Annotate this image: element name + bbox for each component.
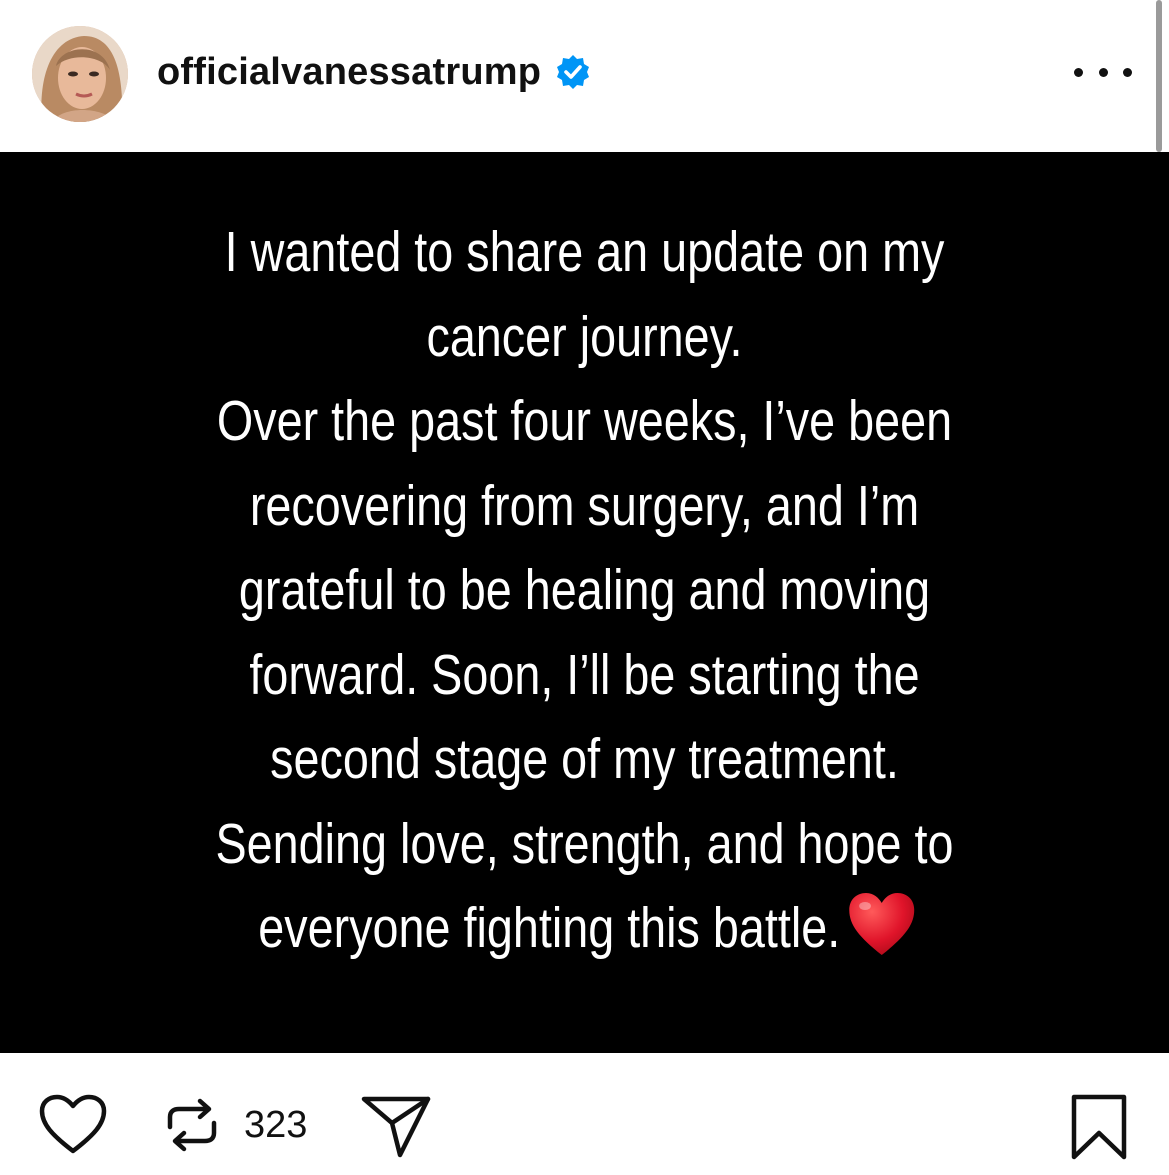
text-line: recovering from surgery, and I’m <box>249 473 920 538</box>
share-icon <box>361 1096 431 1158</box>
bookmark-icon <box>1071 1094 1127 1160</box>
text-line: cancer journey. <box>426 304 743 369</box>
text-line: grateful to be healing and moving <box>238 558 931 622</box>
post-text: I wanted to share an update on my cancer… <box>154 210 1014 971</box>
scrollbar[interactable] <box>1156 0 1162 152</box>
red-heart-emoji <box>848 891 917 957</box>
text-line: Over the past four weeks, I’ve been <box>216 389 953 453</box>
repost-button[interactable] <box>160 1093 224 1157</box>
post-header: officialvanessatrump <box>0 0 1169 152</box>
heart-icon <box>39 1094 107 1154</box>
username[interactable]: officialvanessatrump <box>157 51 541 94</box>
save-button[interactable] <box>1070 1093 1128 1161</box>
more-dot <box>1098 67 1108 77</box>
like-button[interactable] <box>38 1093 108 1157</box>
action-bar: 323 <box>0 1053 1169 1175</box>
text-line: Sending love, strength, and hope to <box>215 811 954 876</box>
avatar[interactable] <box>32 26 128 122</box>
more-dot <box>1074 67 1083 77</box>
text-line: second stage of my treatment. <box>270 727 899 791</box>
more-dot <box>1123 67 1132 77</box>
username-row: officialvanessatrump <box>157 48 591 96</box>
more-options-button[interactable] <box>1074 58 1132 86</box>
text-line: I wanted to share an update on my <box>224 220 945 284</box>
repost-icon <box>167 1098 217 1152</box>
repost-count: 323 <box>244 1104 308 1146</box>
share-button[interactable] <box>360 1093 432 1159</box>
post-image[interactable]: I wanted to share an update on my cancer… <box>0 152 1169 1053</box>
text-line: forward. Soon, I’ll be starting the <box>249 642 920 707</box>
avatar-image <box>32 26 128 122</box>
text-line: everyone fighting this battle. <box>258 896 841 960</box>
verified-badge-icon <box>555 54 591 90</box>
